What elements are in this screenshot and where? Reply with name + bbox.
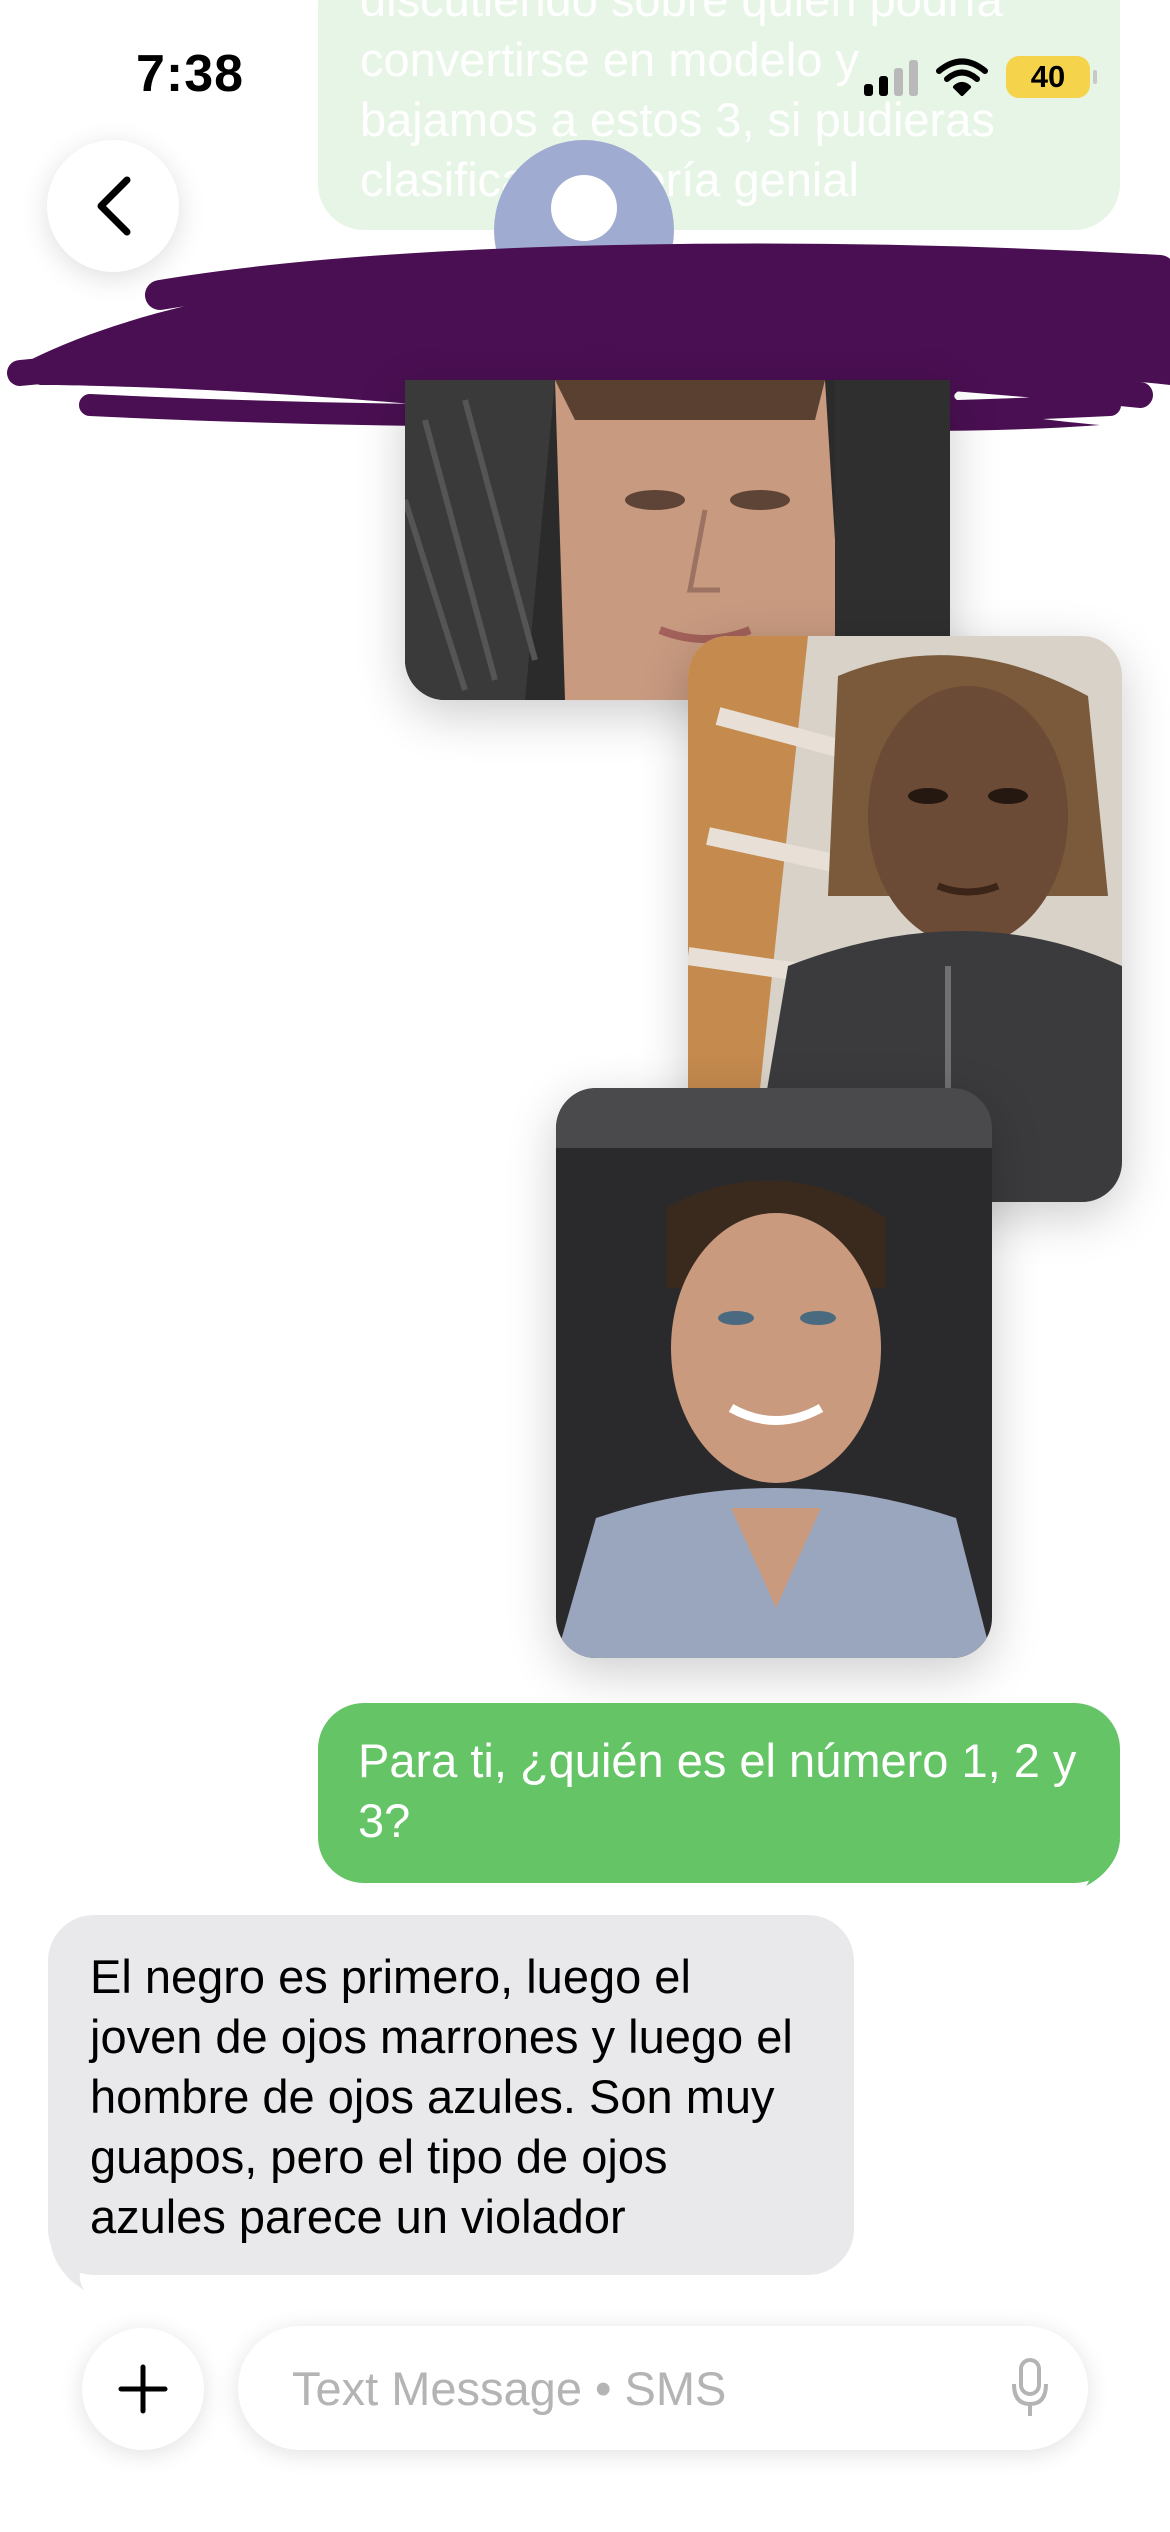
received-message-text: El negro es primero, luego el joven de o… <box>90 1950 793 2243</box>
add-attachment-button[interactable] <box>82 2328 204 2450</box>
battery-level: 40 <box>1030 59 1066 94</box>
message-input[interactable] <box>290 2359 934 2417</box>
sent-bubble-tail <box>1076 1840 1120 1886</box>
photo-3-icon <box>556 1088 992 1658</box>
sent-message-bubble[interactable]: Para ti, ¿quién es el número 1, 2 y 3? <box>318 1703 1120 1883</box>
wifi-icon <box>936 58 988 96</box>
plus-icon <box>118 2364 168 2414</box>
previous-sent-text: discutiendo sobre quién podría convertir… <box>360 0 1003 206</box>
status-time: 7:38 <box>136 45 245 103</box>
battery-icon: 40 <box>1006 56 1097 98</box>
received-bubble-tail <box>50 2240 94 2290</box>
message-compose-field[interactable] <box>238 2326 1088 2450</box>
received-message-bubble[interactable]: El negro es primero, luego el joven de o… <box>48 1915 854 2275</box>
previous-sent-bubble: discutiendo sobre quién podría convertir… <box>318 0 1120 230</box>
chevron-left-icon <box>97 176 131 236</box>
status-icons: 40 <box>864 52 1097 102</box>
photo-attachment-3[interactable] <box>556 1088 992 1658</box>
microphone-icon[interactable] <box>1010 2356 1050 2420</box>
cellular-signal-icon <box>864 58 918 96</box>
sent-message-text: Para ti, ¿quién es el número 1, 2 y 3? <box>358 1734 1077 1847</box>
